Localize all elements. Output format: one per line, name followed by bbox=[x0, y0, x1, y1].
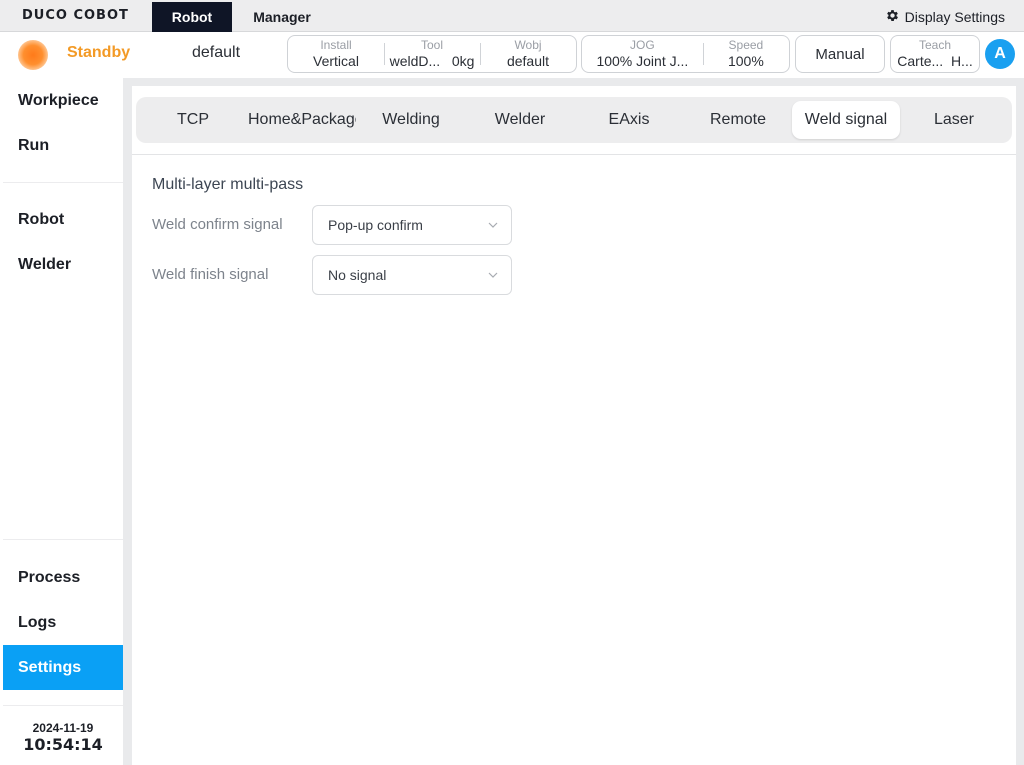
jog-value: 100% Joint J... bbox=[596, 53, 689, 69]
tool-label: Tool bbox=[420, 38, 443, 52]
wobj-cell[interactable]: Wobj default bbox=[480, 36, 576, 72]
weld-confirm-signal-value: Pop-up confirm bbox=[328, 217, 423, 233]
sidebar-item-run[interactable]: Run bbox=[3, 123, 123, 168]
robot-status: Standby bbox=[67, 44, 131, 61]
manual-mode-button[interactable]: Manual bbox=[795, 35, 885, 73]
tab-home-package[interactable]: Home&Package bbox=[248, 101, 356, 139]
teach-label: Teach bbox=[918, 38, 952, 52]
sidebar-item-process[interactable]: Process bbox=[3, 555, 123, 600]
weld-finish-signal-label: Weld finish signal bbox=[152, 266, 269, 283]
tab-laser[interactable]: Laser bbox=[900, 101, 1008, 139]
display-settings-label: Display Settings bbox=[904, 9, 1005, 25]
wobj-label: Wobj bbox=[514, 38, 542, 52]
jog-speed-panel[interactable]: JOG 100% Joint J... Speed 100% bbox=[581, 35, 790, 73]
sidebar-item-logs[interactable]: Logs bbox=[3, 600, 123, 645]
speed-label: Speed bbox=[728, 38, 764, 52]
tool-cell[interactable]: Tool weldD... 0kg bbox=[384, 36, 480, 72]
sidebar-item-welder[interactable]: Welder bbox=[3, 242, 123, 287]
sidebar-item-workpiece[interactable]: Workpiece bbox=[3, 78, 123, 123]
weld-finish-signal-value: No signal bbox=[328, 267, 387, 283]
teach-cell[interactable]: Teach Carte... H... bbox=[891, 36, 979, 72]
status-bar: Standby default Install Vertical Tool we… bbox=[0, 32, 1024, 78]
sidebar-divider bbox=[3, 182, 123, 183]
install-cell[interactable]: Install Vertical bbox=[288, 36, 384, 72]
jog-label: JOG bbox=[630, 38, 655, 52]
tab-tcp[interactable]: TCP bbox=[139, 101, 247, 139]
tab-remote[interactable]: Remote bbox=[684, 101, 792, 139]
tab-manager[interactable]: Manager bbox=[236, 2, 328, 32]
display-settings-button[interactable]: Display Settings bbox=[885, 8, 1005, 26]
chevron-down-icon bbox=[488, 222, 498, 228]
wobj-value: default bbox=[506, 53, 550, 69]
sidebar-divider bbox=[3, 705, 123, 706]
settings-tab-bar: TCP Home&Package Welding Welder EAxis Re… bbox=[136, 97, 1012, 143]
teach-value: Carte... H... bbox=[897, 53, 973, 69]
status-indicator-icon bbox=[18, 40, 48, 70]
install-value: Vertical bbox=[313, 53, 359, 69]
tab-weld-signal[interactable]: Weld signal bbox=[792, 101, 900, 139]
program-name[interactable]: default bbox=[192, 44, 240, 62]
tool-value: weldD... 0kg bbox=[389, 53, 475, 69]
gear-icon bbox=[885, 8, 900, 26]
weld-confirm-signal-select[interactable]: Pop-up confirm bbox=[312, 205, 512, 245]
section-title: Multi-layer multi-pass bbox=[152, 176, 304, 193]
tab-robot[interactable]: Robot bbox=[152, 2, 232, 32]
speed-value: 100% bbox=[727, 53, 764, 69]
sidebar: Workpiece Run Robot Welder Process Logs … bbox=[0, 78, 123, 765]
teach-panel[interactable]: Teach Carte... H... bbox=[890, 35, 980, 73]
sidebar-item-settings[interactable]: Settings bbox=[3, 645, 123, 690]
clock-time: 10:54:14 bbox=[23, 735, 103, 754]
weld-finish-signal-select[interactable]: No signal bbox=[312, 255, 512, 295]
tab-eaxis[interactable]: EAxis bbox=[575, 101, 683, 139]
sidebar-divider bbox=[3, 539, 123, 540]
sidebar-item-robot[interactable]: Robot bbox=[3, 197, 123, 242]
chevron-down-icon bbox=[488, 272, 498, 278]
user-avatar[interactable]: A bbox=[985, 39, 1015, 69]
tab-divider bbox=[132, 154, 1016, 155]
speed-cell[interactable]: Speed 100% bbox=[702, 36, 789, 72]
jog-cell[interactable]: JOG 100% Joint J... bbox=[582, 36, 703, 72]
install-tool-wobj-panel[interactable]: Install Vertical Tool weldD... 0kg Wobj … bbox=[287, 35, 577, 73]
top-menu-bar: DUCO COBOT Robot Manager Display Setting… bbox=[0, 0, 1024, 32]
tab-welding[interactable]: Welding bbox=[357, 101, 465, 139]
settings-panel: TCP Home&Package Welding Welder EAxis Re… bbox=[132, 86, 1016, 765]
install-label: Install bbox=[320, 38, 352, 52]
tab-welder[interactable]: Welder bbox=[466, 101, 574, 139]
clock-date: 2024-11-19 bbox=[32, 721, 94, 735]
brand-logo: DUCO COBOT bbox=[22, 8, 129, 23]
weld-confirm-signal-label: Weld confirm signal bbox=[152, 216, 283, 233]
clock: 2024-11-19 10:54:14 bbox=[3, 721, 123, 754]
